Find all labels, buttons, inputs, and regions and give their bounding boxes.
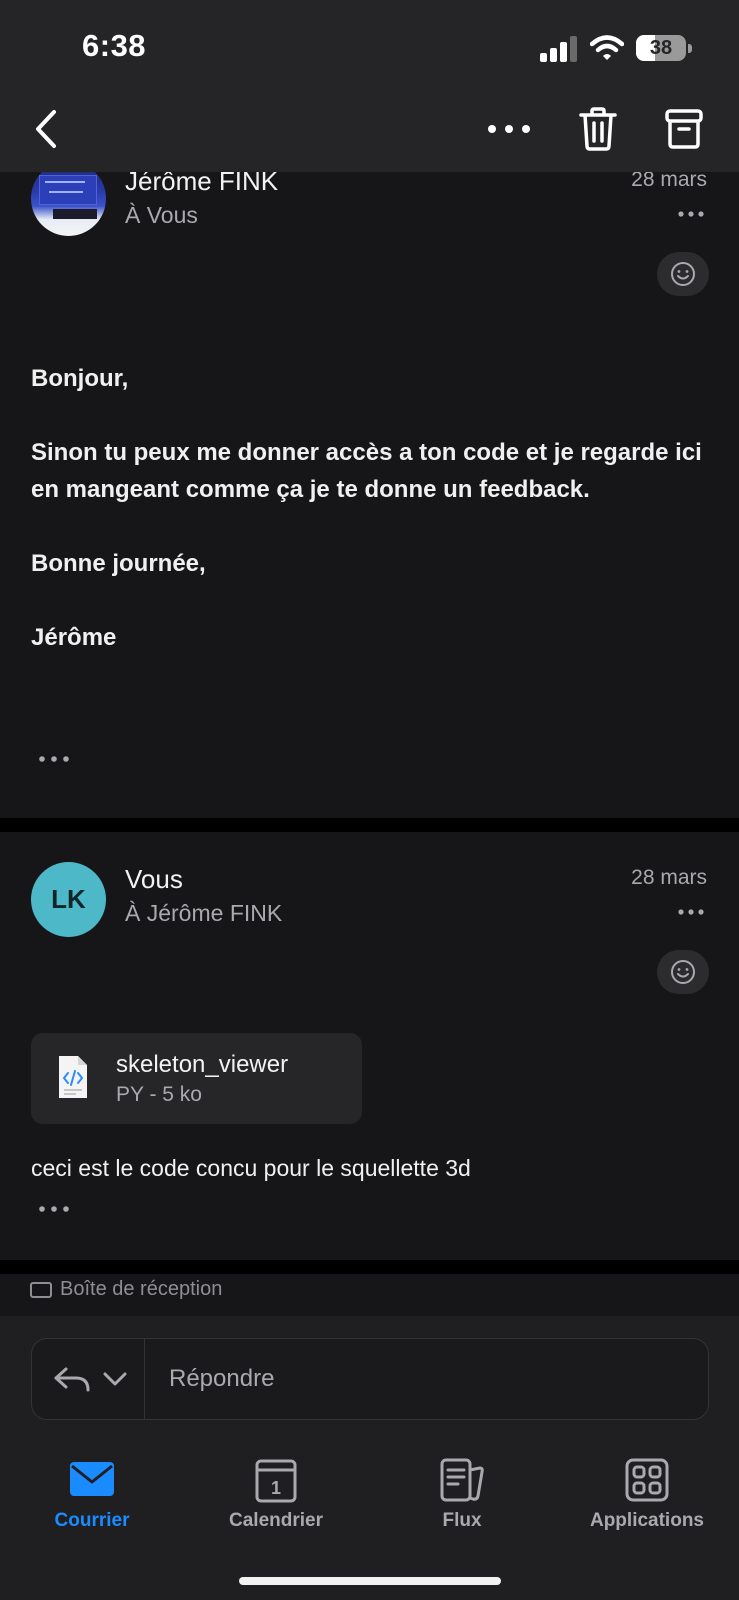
- show-quoted-text-icon[interactable]: [38, 755, 70, 763]
- tab-label: Calendrier: [229, 1510, 323, 1531]
- battery-icon: 38: [636, 35, 692, 61]
- message-separator: [0, 818, 739, 832]
- battery-level: 38: [649, 37, 673, 59]
- message-date: 28 mars: [631, 866, 707, 889]
- reply-input[interactable]: Répondre: [169, 1365, 274, 1393]
- reply-box[interactable]: Répondre: [31, 1338, 709, 1420]
- chevron-down-icon: [103, 1372, 127, 1386]
- status-time: 6:38: [82, 28, 147, 63]
- wifi-icon: [590, 35, 624, 60]
- message-card-1[interactable]: Jérôme FINK À Vous 28 mars Bonjour, Sino…: [0, 172, 739, 818]
- sender-avatar[interactable]: [31, 172, 106, 236]
- tab-applications[interactable]: Applications: [567, 1456, 727, 1546]
- message-card-2[interactable]: LK Vous À Jérôme FINK 28 mars skeleton_v: [0, 832, 739, 1260]
- body-paragraph: Bonjour,: [31, 365, 129, 392]
- top-bar: 6:38 38: [0, 0, 739, 172]
- body-paragraph: Sinon tu peux me donner accès a ton code…: [31, 439, 702, 503]
- recipient-line: À Vous: [125, 202, 198, 228]
- message-more-icon[interactable]: [677, 210, 705, 218]
- body-paragraph: Bonne journée,: [31, 550, 206, 577]
- apps-grid-icon: [625, 1458, 669, 1502]
- attachment-file[interactable]: skeleton_viewer PY - 5 ko: [31, 1033, 362, 1124]
- attachment-name: skeleton_viewer: [116, 1051, 289, 1078]
- folder-label: Boîte de réception: [30, 1278, 222, 1301]
- reply-mode-selector[interactable]: [32, 1339, 145, 1419]
- reply-bar: Répondre: [0, 1316, 739, 1444]
- back-chevron-icon[interactable]: [30, 106, 64, 152]
- feed-icon: [440, 1458, 484, 1502]
- tab-calendrier[interactable]: 1 Calendrier: [196, 1456, 356, 1546]
- folder-name: Boîte de réception: [60, 1278, 223, 1300]
- archive-icon[interactable]: [664, 108, 704, 150]
- body-paragraph: Jérôme: [31, 624, 117, 651]
- conversation-thread[interactable]: Jérôme FINK À Vous 28 mars Bonjour, Sino…: [0, 172, 739, 1316]
- message-body: ceci est le code concu pour le squellett…: [31, 1155, 471, 1181]
- reply-arrow-icon: [54, 1367, 90, 1392]
- mail-icon: [70, 1462, 114, 1496]
- cellular-signal-icon: [540, 36, 577, 62]
- add-reaction-button[interactable]: [657, 950, 709, 994]
- home-indicator[interactable]: [239, 1577, 501, 1585]
- message-separator: [0, 1260, 739, 1274]
- sender-avatar[interactable]: LK: [31, 862, 106, 937]
- message-body: Bonjour, Sinon tu peux me donner accès a…: [31, 360, 711, 656]
- recipient-line: À Jérôme FINK: [125, 900, 283, 926]
- message-more-icon[interactable]: [677, 908, 705, 916]
- folder-icon: [30, 1281, 52, 1298]
- tab-courrier[interactable]: Courrier: [12, 1456, 172, 1546]
- smiley-icon: [671, 262, 695, 286]
- tab-label: Flux: [442, 1510, 482, 1531]
- show-quoted-text-icon[interactable]: [38, 1205, 70, 1213]
- calendar-icon: 1: [255, 1459, 297, 1503]
- sender-name: Vous: [125, 864, 183, 894]
- calendar-day: 1: [271, 1478, 281, 1498]
- attachment-meta: PY - 5 ko: [116, 1083, 202, 1106]
- more-options-icon[interactable]: [486, 112, 532, 146]
- code-file-icon: [59, 1056, 87, 1098]
- tab-label: Courrier: [54, 1510, 130, 1531]
- add-reaction-button[interactable]: [657, 252, 709, 296]
- tab-flux[interactable]: Flux: [382, 1456, 542, 1546]
- tab-label: Applications: [589, 1510, 704, 1531]
- trash-icon[interactable]: [578, 106, 618, 152]
- message-date: 28 mars: [631, 172, 707, 191]
- smiley-icon: [671, 960, 695, 984]
- sender-name: Jérôme FINK: [125, 172, 279, 196]
